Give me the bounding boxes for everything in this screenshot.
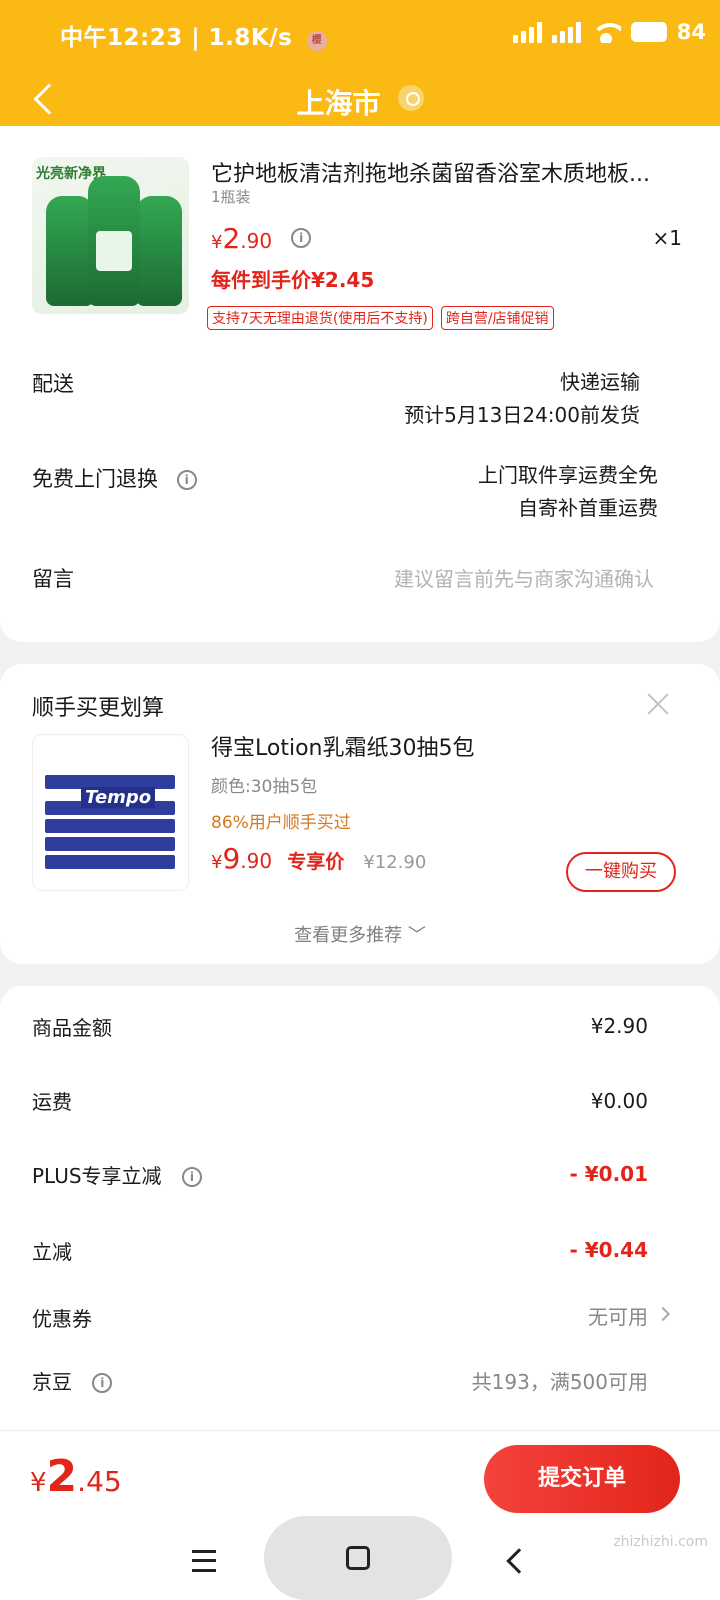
product-price: ¥2.90 i: [211, 222, 312, 255]
delivery-eta: 预计5月13日24:00前发货: [404, 403, 640, 427]
bottle-label: [96, 231, 132, 271]
submit-order-button[interactable]: 提交订单: [484, 1445, 680, 1513]
system-back-icon[interactable]: [506, 1548, 532, 1574]
close-icon[interactable]: [646, 692, 670, 716]
tempo-logo: Tempo: [81, 787, 156, 808]
product-title[interactable]: 它护地板清洁剂拖地杀菌留香浴室木质地板...: [211, 156, 671, 188]
recommend-title[interactable]: 得宝Lotion乳霜纸30抽5包: [211, 730, 474, 762]
menu-icon[interactable]: [192, 1550, 216, 1572]
wifi-icon: [590, 21, 621, 43]
price-currency: ¥: [211, 232, 223, 253]
shipping-label: 运费: [32, 1090, 72, 1114]
plus-discount-value: - ¥0.01: [569, 1162, 648, 1186]
delivery-label: 配送: [32, 372, 74, 396]
return-info: 上门取件享运费全免 自寄补首重运费: [478, 459, 658, 525]
info-icon[interactable]: i: [92, 1373, 113, 1393]
each-price: 每件到手价¥2.45: [211, 268, 375, 292]
watermark: zhizhizhi.com: [613, 1534, 708, 1550]
message-label: 留言: [32, 567, 74, 591]
message-input[interactable]: 建议留言前先与商家沟通确认: [394, 563, 654, 592]
total-currency: ¥: [30, 1468, 47, 1498]
checkout-bar: ¥2.45 提交订单: [0, 1430, 720, 1528]
notification-icon: 樱: [306, 31, 327, 51]
delivery-info[interactable]: 快递运输 预计5月13日24:00前发货: [404, 366, 640, 432]
goods-amount-value: ¥2.90: [590, 1014, 648, 1038]
battery-icon: [630, 22, 667, 42]
return-label: 免费上门退换: [32, 467, 158, 491]
recommend-color: 颜色:30抽5包: [211, 777, 318, 797]
total-integer: 2: [46, 1451, 78, 1502]
discount-label: 立减: [32, 1240, 72, 1264]
plus-discount-label: PLUS专享立减: [32, 1164, 162, 1188]
recommend-price: ¥9.90 专享价 ¥12.90: [211, 842, 426, 875]
one-click-buy-button[interactable]: 一键购买: [566, 852, 676, 892]
recommend-heading: 顺手买更划算: [32, 696, 165, 721]
discount-value: - ¥0.44: [569, 1238, 648, 1262]
price-integer: 2: [222, 222, 241, 255]
promo-badge: 跨自营/店铺促销: [440, 306, 554, 330]
product-spec: 1瓶装: [211, 188, 251, 206]
nav-title-wrap: 上海市: [0, 82, 720, 122]
home-icon: [346, 1546, 370, 1570]
separator: |: [191, 25, 201, 51]
price-decimal: .90: [240, 229, 273, 253]
return-service-row[interactable]: 免费上门退换 i: [32, 463, 197, 493]
info-icon[interactable]: i: [176, 470, 197, 490]
tissue-pack-shape: [45, 837, 175, 851]
more-recommendations-link[interactable]: 查看更多推荐 ﹀: [0, 921, 720, 947]
order-card: 光亮新净界 它护地板清洁剂拖地杀菌留香浴室木质地板... 1瓶装 ¥2.90 i…: [0, 126, 720, 642]
price-decimal: .90: [240, 849, 273, 873]
bottle-shape: [46, 196, 94, 306]
info-icon[interactable]: i: [181, 1167, 202, 1187]
status-icons: 84: [512, 20, 706, 44]
product-quantity: ×1: [652, 226, 682, 250]
product-image[interactable]: 光亮新净界: [32, 157, 189, 314]
status-time: 中午12:23 | 1.8K/s 樱: [60, 18, 327, 52]
goods-amount-label: 商品金额: [32, 1016, 112, 1040]
original-price: ¥12.90: [363, 852, 427, 873]
recommend-product-image[interactable]: Tempo: [32, 734, 189, 891]
shipping-value: ¥0.00: [590, 1089, 648, 1113]
page-title: 上海市: [296, 87, 381, 120]
plus-discount-row[interactable]: PLUS专享立减 i: [32, 1160, 202, 1189]
return-line-1: 上门取件享运费全免: [478, 463, 658, 487]
total-decimal: .45: [77, 1465, 122, 1498]
return-line-2: 自寄补首重运费: [518, 496, 658, 520]
total-price: ¥2.45: [30, 1451, 122, 1502]
info-icon[interactable]: i: [291, 228, 312, 248]
price-summary-card: 商品金额 ¥2.90 运费 ¥0.00 PLUS专享立减 i - ¥0.01 立…: [0, 986, 720, 1506]
location-pin-icon[interactable]: [397, 85, 424, 111]
chevron-right-icon[interactable]: [655, 1306, 671, 1322]
jd-beans-value: 共193，满500可用: [471, 1370, 648, 1394]
jd-beans-row[interactable]: 京豆 i: [32, 1366, 113, 1395]
system-nav-bar: [0, 1516, 720, 1600]
clock: 中午12:23: [60, 25, 183, 51]
service-badges: 支持7天无理由退货(使用后不支持) 跨自营/店铺促销: [207, 306, 554, 330]
jd-beans-label: 京豆: [32, 1370, 72, 1394]
status-bar: 中午12:23 | 1.8K/s 樱 84: [0, 0, 720, 66]
exclusive-label: 专享价: [287, 851, 345, 873]
coupon-label: 优惠券: [32, 1307, 92, 1331]
tissue-pack-shape: [45, 819, 175, 833]
network-speed: 1.8K/s: [208, 25, 293, 51]
tissue-pack-shape: [45, 855, 175, 869]
home-button[interactable]: [264, 1516, 452, 1600]
recommend-users: 86%用户顺手买过: [211, 813, 351, 833]
delivery-method: 快递运输: [560, 370, 640, 394]
price-integer: 9: [222, 842, 241, 875]
signal-2-icon: [551, 21, 581, 43]
signal-icon: [512, 21, 542, 43]
bottle-shape: [136, 196, 182, 306]
recommend-card: 顺手买更划算 Tempo 得宝Lotion乳霜纸30抽5包 颜色:30抽5包 8…: [0, 664, 720, 964]
price-currency: ¥: [211, 852, 223, 873]
return-policy-badge: 支持7天无理由退货(使用后不支持): [207, 306, 433, 330]
battery-level: 84: [676, 20, 706, 44]
coupon-value[interactable]: 无可用: [588, 1301, 648, 1330]
